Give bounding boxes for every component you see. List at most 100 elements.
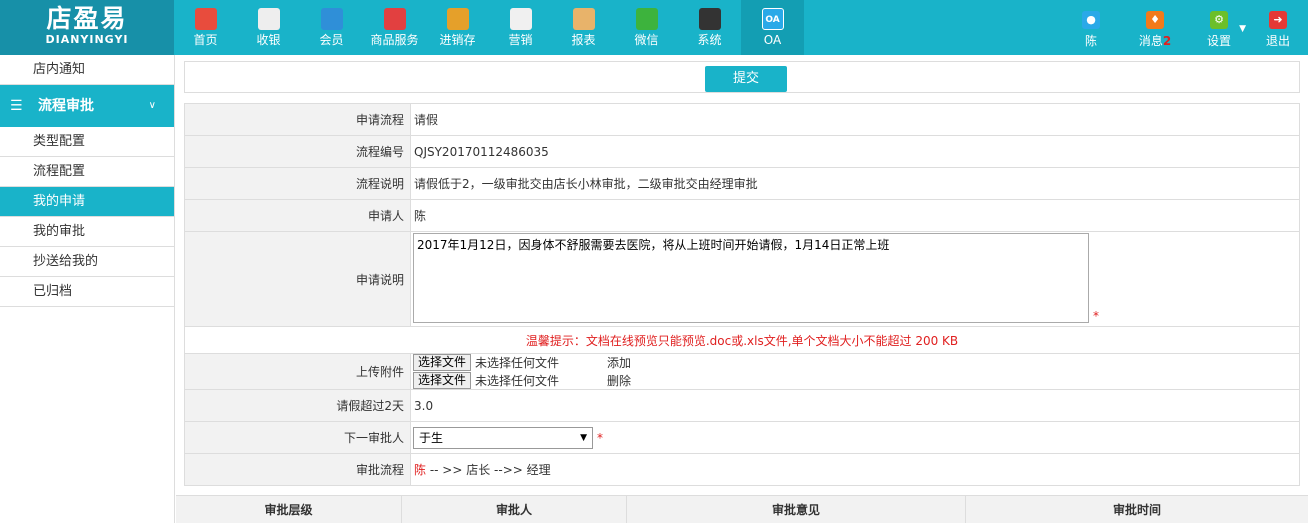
form-row-reason: 申请说明 2017年1月12日，因身体不舒服需要去医院，将从上班时间开始请假，1… [184,232,1300,327]
approval-table-header: 审批层级 审批人 审批意见 审批时间 [176,495,1308,523]
messages-count: 2 [1162,34,1172,48]
sidebar-item-3[interactable]: 我的审批 [0,217,174,247]
sidebar-group-approval[interactable]: ☰ 流程审批 ∨ [0,85,174,127]
nav-label: 首页 [193,33,218,47]
reason-textarea[interactable]: 2017年1月12日，因身体不舒服需要去医院，将从上班时间开始请假，1月14日正… [413,233,1089,323]
flow-start: 陈 [414,463,427,477]
nav-item-8[interactable]: 系统 [678,0,741,55]
nav-item-3[interactable]: 商品服务 [363,0,426,55]
form-row-flow: 审批流程 陈 -- >> 店长 -->> 经理 [184,454,1300,486]
messages-button[interactable]: ♦ 消息2 [1120,0,1190,55]
flow-steps: -- >> 店长 -->> 经理 [426,463,551,477]
marketing-icon [509,8,532,30]
nav-item-2[interactable]: 会员 [300,0,363,55]
member-icon [320,8,343,30]
column-header: 审批人 [402,496,627,523]
sidebar-item-notice[interactable]: 店内通知 [0,55,174,85]
form-row-description: 流程说明 请假低于2，一级审批交由店长小林审批，二级审批交由经理审批 [184,168,1300,200]
nav-label: 进销存 [439,33,476,47]
nav-label: OA [763,33,782,47]
nav-item-7[interactable]: 微信 [615,0,678,55]
sidebar-item-2[interactable]: 我的申请 [0,187,174,217]
upload-tip: 温馨提示：文档在线预览只能预览.doc或.xls文件,单个文档大小不能超过 20… [184,327,1300,354]
form-row-process: 申请流程 请假 [184,104,1300,136]
form-row-attachment: 上传附件 选择文件 未选择任何文件 添加 选择文件 未选择任何文件 删除 [184,354,1300,390]
main-nav: 首页 收银 会员 商品服务 进销存 营销 报表 微信 系统 OA OA [174,0,804,55]
column-header: 审批时间 [1112,503,1161,517]
flow-icon: ☰ [10,98,23,114]
logout-button[interactable]: ➜ 退出 [1248,0,1308,55]
user-menu[interactable]: ● 陈 [1062,0,1120,55]
logo-subtext: DIANYINGYI [45,33,129,46]
process-value: 请假 [414,113,439,127]
process-label: 申请流程 [185,104,411,135]
messages-label: 消息 [1138,34,1163,48]
next-approver-select[interactable]: 于生 ▼ [413,426,593,449]
user-icon: ● [1082,11,1100,29]
sidebar-item-4[interactable]: 抄送给我的 [0,247,174,277]
choose-file-button[interactable]: 选择文件 [413,354,472,371]
flow-label: 审批流程 [185,454,411,485]
file-status: 未选择任何文件 [475,374,560,388]
attachment-label: 上传附件 [185,354,411,389]
column-header: 审批意见 [627,496,966,523]
application-form: 申请流程 请假 流程编号 QJSY20170112486035 流程说明 请假低… [184,103,1300,486]
top-bar: 店盈易 DIANYINGYI 首页 收银 会员 商品服务 进销存 营销 报表 微信 系统 OA OA… [0,0,1308,55]
nav-item-9[interactable]: OA OA [741,0,804,55]
nav-label: 会员 [319,33,344,47]
nav-item-4[interactable]: 进销存 [426,0,489,55]
nav-item-0[interactable]: 首页 [174,0,237,55]
sidebar-item-5[interactable]: 已归档 [0,277,174,307]
logo[interactable]: 店盈易 DIANYINGYI [0,0,174,55]
nav-label: 收银 [256,33,281,47]
over-days-label: 请假超过2天 [185,390,411,421]
logout-icon: ➜ [1269,11,1287,29]
over-days-value: 3.0 [414,398,434,413]
nav-label: 商品服务 [370,33,419,47]
next-approver-label: 下一审批人 [185,422,411,453]
system-icon [698,8,721,30]
applicant-label: 申请人 [185,200,411,231]
nav-label: 报表 [571,33,596,47]
reason-label: 申请说明 [185,232,411,326]
add-attachment-link[interactable]: 添加 [607,354,631,371]
oa-icon: OA [761,8,784,30]
nav-item-1[interactable]: 收银 [237,0,300,55]
code-label: 流程编号 [185,136,411,167]
submit-button[interactable]: 提交 [705,66,787,92]
sidebar-group-label: 流程审批 [38,98,94,114]
nav-item-5[interactable]: 营销 [489,0,552,55]
sidebar-item-1[interactable]: 流程配置 [0,157,174,187]
required-mark: * [597,430,603,445]
choose-file-button[interactable]: 选择文件 [413,372,472,389]
description-label: 流程说明 [185,168,411,199]
user-nav: ● 陈 ♦ 消息2 ⚙ 设置 ▼ ➜ 退出 [1062,0,1308,55]
report-icon [572,8,595,30]
inventory-icon [446,8,469,30]
submit-bar: 提交 [184,61,1300,93]
sidebar-item-0[interactable]: 类型配置 [0,127,174,157]
settings-button[interactable]: ⚙ 设置 ▼ [1190,0,1248,55]
gear-icon: ⚙ [1210,11,1228,29]
description-value: 请假低于2，一级审批交由店长小林审批，二级审批交由经理审批 [414,177,758,191]
form-row-applicant: 申请人 陈 [184,200,1300,232]
nav-label: 微信 [634,33,659,47]
goods-icon [383,8,406,30]
chevron-down-icon: ∨ [148,100,156,111]
logo-text: 店盈易 [46,4,128,33]
settings-label: 设置 [1206,34,1231,48]
form-row-code: 流程编号 QJSY20170112486035 [184,136,1300,168]
nav-label: 营销 [508,33,533,47]
cash-register-icon [257,8,280,30]
column-header: 审批层级 [176,496,402,523]
next-approver-value: 于生 [419,431,444,445]
logout-label: 退出 [1265,34,1290,48]
user-name: 陈 [1084,34,1097,48]
file-status: 未选择任何文件 [475,356,560,370]
code-value: QJSY20170112486035 [414,144,549,159]
nav-item-6[interactable]: 报表 [552,0,615,55]
required-mark: * [1093,309,1099,323]
delete-attachment-link[interactable]: 删除 [607,372,631,389]
form-row-next-approver: 下一审批人 于生 ▼ * [184,422,1300,454]
main-content: 提交 申请流程 请假 流程编号 QJSY20170112486035 流程说明 … [176,55,1308,523]
